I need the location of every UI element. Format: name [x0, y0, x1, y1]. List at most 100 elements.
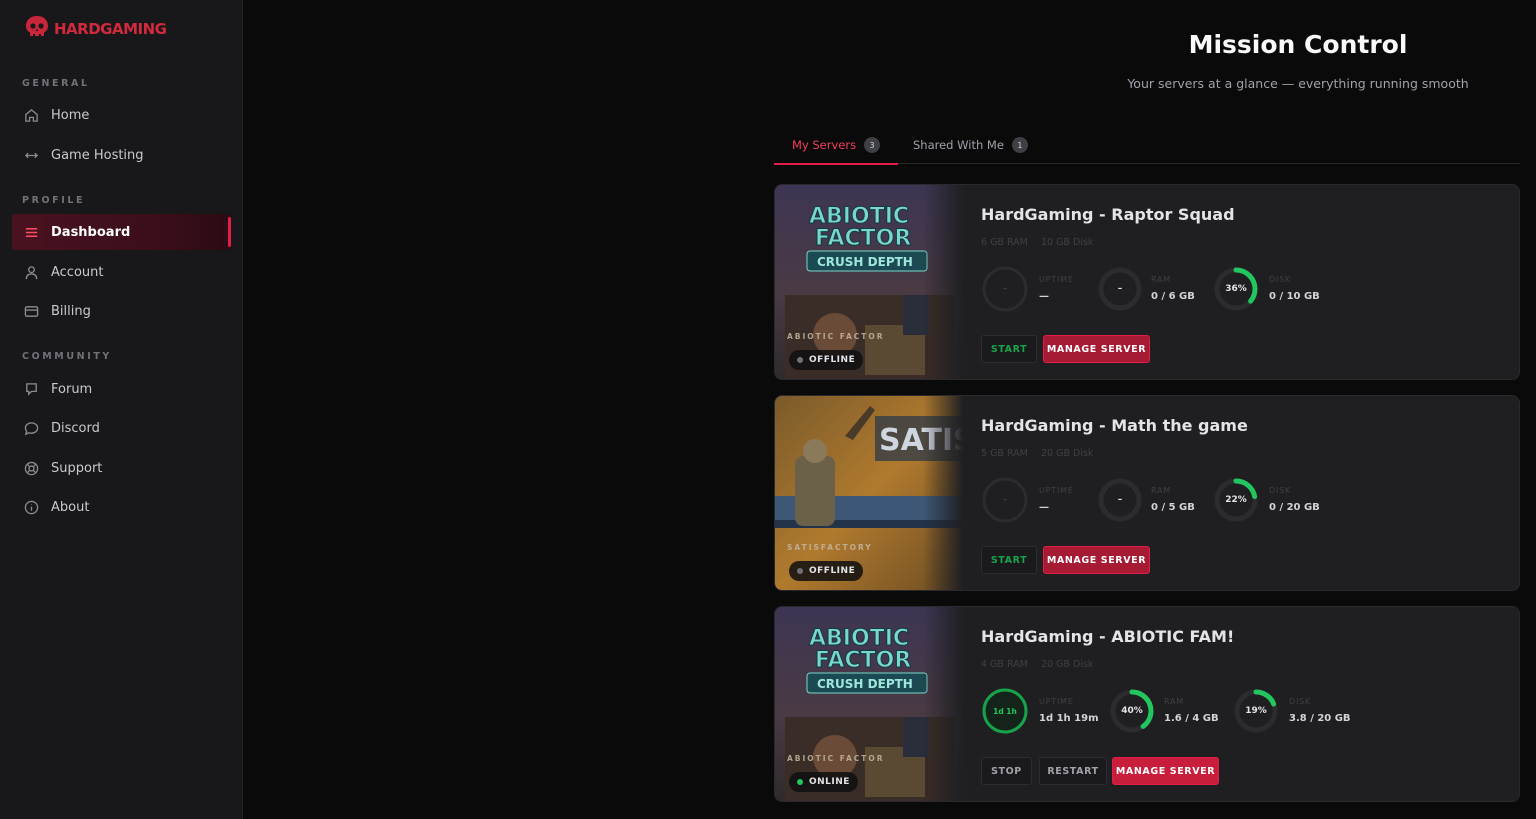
section-community-title: COMMUNITY	[22, 351, 112, 362]
game-artwork: SATIS SATISFACTORY OFFLINE	[775, 396, 963, 590]
arrows-icon	[23, 147, 39, 163]
disk-value: 0 / 10 GB	[1269, 291, 1320, 302]
sidebar-item-dashboard[interactable]: Dashboard	[12, 214, 231, 250]
page-subtitle: Your servers at a glance — everything ru…	[1127, 76, 1469, 91]
disk-gauge: 22%	[1212, 476, 1260, 524]
uptime-label: UPTIME	[1039, 697, 1074, 706]
svg-text:FACTOR: FACTOR	[815, 226, 911, 251]
sidebar-item-label: Discord	[51, 420, 100, 436]
status-text: OFFLINE	[809, 355, 856, 365]
brand-logo[interactable]: HARDGAMING	[24, 14, 167, 44]
sidebar-item-game-hosting[interactable]: Game Hosting	[12, 137, 231, 173]
start-button[interactable]: START	[981, 335, 1037, 363]
disk-label: DISK	[1289, 697, 1312, 706]
sidebar-item-support[interactable]: Support	[12, 450, 231, 486]
brand-name: HARDGAMING	[54, 20, 167, 38]
disk-gauge-text: 36%	[1225, 284, 1247, 294]
artwork-fade	[923, 607, 963, 801]
disk-gauge-text: 22%	[1225, 495, 1247, 505]
svg-text:CRUSH DEPTH: CRUSH DEPTH	[817, 677, 913, 691]
info-icon	[23, 499, 39, 515]
disk-spec: 20 GB Disk	[1041, 659, 1094, 670]
uptime-value: 1d 1h 19m	[1039, 713, 1099, 724]
uptime-label: UPTIME	[1039, 486, 1074, 495]
uptime-label: UPTIME	[1039, 275, 1074, 284]
tab-shared-with-me[interactable]: Shared With Me 1	[913, 126, 1028, 164]
sidebar-item-account[interactable]: Account	[12, 254, 231, 290]
server-tabs: My Servers 3 Shared With Me 1	[774, 126, 1520, 165]
ram-value: 0 / 6 GB	[1151, 291, 1195, 302]
sidebar-item-discord[interactable]: Discord	[12, 410, 231, 446]
sidebar-item-about[interactable]: About	[12, 489, 231, 525]
game-name: ABIOTIC FACTOR	[787, 754, 885, 763]
manage-server-button[interactable]: MANAGE SERVER	[1043, 335, 1150, 363]
tab-count-badge: 1	[1011, 137, 1028, 153]
status-text: OFFLINE	[809, 566, 856, 576]
section-profile-title: PROFILE	[22, 195, 86, 206]
uptime-gauge-text: –	[1002, 284, 1008, 294]
svg-text:CRUSH DEPTH: CRUSH DEPTH	[817, 255, 913, 269]
section-general-title: GENERAL	[22, 78, 90, 89]
manage-server-button[interactable]: MANAGE SERVER	[1043, 546, 1150, 574]
forum-icon	[23, 381, 39, 397]
status-badge: OFFLINE	[789, 350, 864, 370]
sidebar-item-home[interactable]: Home	[12, 97, 231, 133]
status-dot-icon	[797, 357, 803, 363]
tab-label: My Servers	[792, 138, 857, 152]
sidebar-item-label: Forum	[51, 381, 93, 397]
manage-server-button[interactable]: MANAGE SERVER	[1112, 757, 1219, 785]
tab-my-servers[interactable]: My Servers 3	[774, 126, 899, 165]
ram-gauge-text: –	[1117, 495, 1123, 505]
server-card: ABIOTIC FACTOR CRUSH DEPTH ABIOTIC FACTO…	[774, 184, 1520, 380]
sidebar-item-forum[interactable]: Forum	[12, 371, 231, 407]
ram-label: RAM	[1164, 697, 1185, 706]
sidebar-item-label: Account	[51, 264, 104, 280]
disk-spec: 20 GB Disk	[1041, 448, 1094, 459]
ram-gauge-text: –	[1117, 284, 1123, 294]
sidebar-item-label: Home	[51, 107, 90, 123]
disk-gauge: 36%	[1212, 265, 1260, 313]
server-name: HardGaming - Math the game	[981, 416, 1248, 435]
game-name: ABIOTIC FACTOR	[787, 332, 885, 341]
ram-spec: 6 GB RAM	[981, 237, 1028, 248]
card-icon	[23, 303, 39, 319]
server-card: SATIS SATISFACTORY OFFLINE HardGaming - …	[774, 395, 1520, 591]
disk-value: 3.8 / 20 GB	[1289, 713, 1351, 724]
disk-gauge: 19%	[1232, 687, 1280, 735]
sidebar-item-label: Support	[51, 460, 103, 476]
sidebar-item-billing[interactable]: Billing	[12, 293, 231, 329]
disk-value: 0 / 20 GB	[1269, 502, 1320, 513]
start-button[interactable]: START	[981, 546, 1037, 574]
uptime-value: —	[1039, 291, 1049, 302]
status-text: ONLINE	[809, 777, 850, 787]
uptime-gauge: 1d 1h	[981, 687, 1029, 735]
artwork-fade	[923, 185, 963, 379]
restart-button[interactable]: RESTART	[1039, 757, 1107, 785]
status-dot-icon	[797, 568, 803, 574]
server-name: HardGaming - ABIOTIC FAM!	[981, 627, 1235, 646]
status-dot-icon	[797, 779, 803, 785]
ram-label: RAM	[1151, 486, 1172, 495]
sidebar-item-label: About	[51, 499, 90, 515]
page-title: Mission Control	[1188, 30, 1408, 59]
svg-text:FACTOR: FACTOR	[815, 648, 911, 673]
tab-label: Shared With Me	[913, 138, 1004, 152]
game-artwork: ABIOTIC FACTOR CRUSH DEPTH ABIOTIC FACTO…	[775, 607, 963, 801]
stop-button[interactable]: STOP	[981, 757, 1032, 785]
sidebar: HARDGAMING GENERAL Home Game Hosting PRO…	[0, 0, 243, 819]
sidebar-item-label: Game Hosting	[51, 147, 144, 163]
server-name: HardGaming - Raptor Squad	[981, 205, 1235, 224]
disk-gauge-text: 19%	[1245, 706, 1267, 716]
uptime-gauge: –	[981, 476, 1029, 524]
ram-value: 0 / 5 GB	[1151, 502, 1195, 513]
tab-count-badge: 3	[864, 137, 881, 153]
disk-label: DISK	[1269, 275, 1292, 284]
status-badge: ONLINE	[789, 772, 858, 792]
ram-value: 1.6 / 4 GB	[1164, 713, 1219, 724]
artwork-fade	[923, 396, 963, 590]
uptime-gauge: –	[981, 265, 1029, 313]
disk-label: DISK	[1269, 486, 1292, 495]
ram-gauge: 40%	[1108, 687, 1156, 735]
ram-label: RAM	[1151, 275, 1172, 284]
game-name: SATISFACTORY	[787, 543, 873, 552]
